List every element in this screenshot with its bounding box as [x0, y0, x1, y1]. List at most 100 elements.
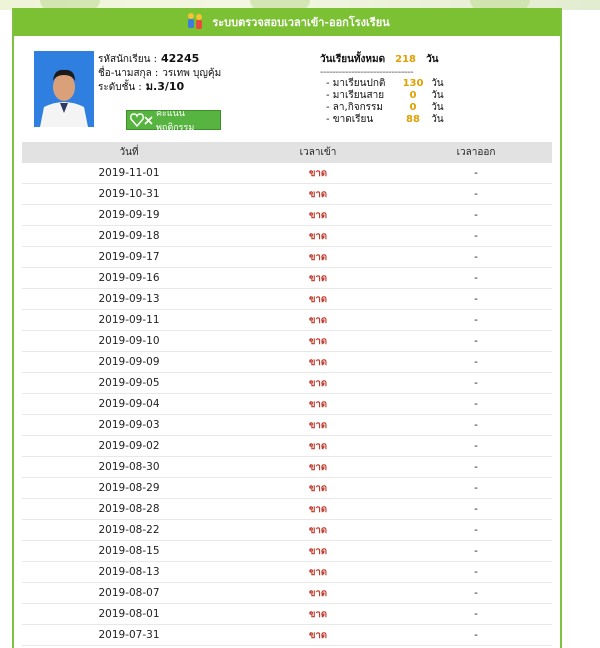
cell-time-in: ขาด: [309, 419, 327, 431]
cell-time-in: ขาด: [309, 167, 327, 179]
table-row: 2019-10-31 ขาด -: [22, 184, 552, 205]
cell-date: 2019-08-22: [98, 524, 160, 536]
cell-time-in: ขาด: [309, 482, 327, 494]
cell-time-in: ขาด: [309, 314, 327, 326]
student-id-row: รหัสนักเรียน : 42245: [98, 52, 221, 67]
table-row: 2019-08-07 ขาด -: [22, 583, 552, 604]
table-row: 2019-08-01 ขาด -: [22, 604, 552, 625]
table-row: 2019-09-19 ขาด -: [22, 205, 552, 226]
header-time-out: เวลาออก: [456, 147, 496, 158]
table-row: 2019-08-30 ขาด -: [22, 457, 552, 478]
cell-time-in: ขาด: [309, 293, 327, 305]
table-row: 2019-09-05 ขาด -: [22, 373, 552, 394]
normal-label: - มาเรียนปกติ: [326, 78, 386, 89]
cell-time-out: -: [474, 314, 478, 326]
student-id-value: 42245: [161, 52, 200, 65]
student-id-label: รหัสนักเรียน :: [98, 54, 157, 65]
cell-time-out: -: [474, 461, 478, 473]
table-row: 2019-09-10 ขาด -: [22, 331, 552, 352]
cell-time-out: -: [474, 251, 478, 263]
normal-row: - มาเรียนปกติ 130 วัน: [320, 78, 444, 90]
cell-time-out: -: [474, 524, 478, 536]
table-row: 2019-09-02 ขาด -: [22, 436, 552, 457]
table-row: 2019-09-16 ขาด -: [22, 268, 552, 289]
header-banner: ระบบตรวจสอบเวลาเข้า-ออกโรงเรียน: [14, 8, 560, 36]
late-row: - มาเรียนสาย 0 วัน: [320, 90, 444, 102]
student-name-value: วรเทพ บุญคุ้ม: [162, 67, 222, 79]
header-date: วันที่: [119, 147, 139, 158]
behavior-score-button[interactable]: คะแนนพฤติกรรม: [126, 109, 221, 133]
late-unit: วัน: [431, 90, 444, 101]
student-class-label: ระดับชั้น :: [98, 82, 142, 93]
table-row: 2019-08-13 ขาด -: [22, 562, 552, 583]
student-name-label: ชื่อ-นามสกุล :: [98, 67, 159, 79]
cell-time-in: ขาด: [309, 377, 327, 389]
absent-row: - ขาดเรียน 88 วัน: [320, 114, 444, 126]
cell-date: 2019-08-28: [98, 503, 160, 515]
table-header: วันที่ เวลาเข้า เวลาออก: [22, 142, 552, 163]
total-days-row: วันเรียนทั้งหมด 218 วัน: [320, 52, 444, 67]
student-class-value: ม.3/10: [145, 80, 185, 93]
cell-time-in: ขาด: [309, 272, 327, 284]
cell-time-out: -: [474, 587, 478, 599]
attendance-summary: วันเรียนทั้งหมด 218 วัน ----------------…: [320, 52, 444, 126]
student-photo: [34, 51, 94, 127]
cell-time-in: ขาด: [309, 566, 327, 578]
cell-date: 2019-09-05: [98, 377, 160, 389]
cell-time-in: ขาด: [309, 503, 327, 515]
student-class-row: ระดับชั้น : ม.3/10: [98, 80, 221, 95]
normal-unit: วัน: [431, 78, 444, 89]
cell-time-out: -: [474, 188, 478, 200]
table-row: 2019-08-15 ขาด -: [22, 541, 552, 562]
cell-time-out: -: [474, 482, 478, 494]
cell-time-in: ขาด: [309, 608, 327, 620]
cell-time-in: ขาด: [309, 335, 327, 347]
table-body: 2019-11-01 ขาด - 2019-10-31 ขาด - 2019-09-19 ขา…: [22, 163, 552, 646]
cell-date: 2019-08-29: [98, 482, 160, 494]
leave-label: - ลา,กิจกรรม: [326, 102, 384, 113]
table-row: 2019-09-13 ขาด -: [22, 289, 552, 310]
cell-time-in: ขาด: [309, 398, 327, 410]
table-row: 2019-07-31 ขาด -: [22, 625, 552, 646]
cell-time-in: ขาด: [309, 356, 327, 368]
header-time-in: เวลาเข้า: [299, 147, 337, 158]
cell-date: 2019-08-13: [98, 566, 160, 578]
absent-label: - ขาดเรียน: [326, 114, 374, 125]
cell-time-out: -: [474, 545, 478, 557]
cell-time-in: ขาด: [309, 461, 327, 473]
cell-time-in: ขาด: [309, 524, 327, 536]
cell-date: 2019-09-19: [98, 209, 160, 221]
table-row: 2019-08-29 ขาด -: [22, 478, 552, 499]
behavior-score-label: คะแนนพฤติกรรม: [156, 109, 195, 133]
cell-date: 2019-07-31: [98, 629, 160, 641]
table-row: 2019-08-22 ขาด -: [22, 520, 552, 541]
cell-date: 2019-09-09: [98, 356, 160, 368]
cell-time-in: ขาด: [309, 440, 327, 452]
people-icon: [184, 11, 206, 33]
cell-time-out: -: [474, 629, 478, 641]
leave-value: 0: [409, 102, 417, 113]
cell-time-out: -: [474, 272, 478, 284]
absent-value: 88: [406, 114, 420, 125]
table-row: 2019-08-28 ขาด -: [22, 499, 552, 520]
cell-time-out: -: [474, 503, 478, 515]
cell-date: 2019-09-10: [98, 335, 160, 347]
cell-date: 2019-09-13: [98, 293, 160, 305]
cell-date: 2019-08-15: [98, 545, 160, 557]
cell-date: 2019-09-11: [98, 314, 160, 326]
cell-time-out: -: [474, 230, 478, 242]
cell-date: 2019-09-16: [98, 272, 160, 284]
leave-row: - ลา,กิจกรรม 0 วัน: [320, 102, 444, 114]
cell-time-out: -: [474, 377, 478, 389]
cell-date: 2019-09-02: [98, 440, 160, 452]
table-row: 2019-09-04 ขาด -: [22, 394, 552, 415]
cell-date: 2019-09-03: [98, 419, 160, 431]
table-row: 2019-09-11 ขาด -: [22, 310, 552, 331]
main-panel: ระบบตรวจสอบเวลาเข้า-ออกโรงเรียน รหัสนักเ…: [12, 8, 562, 648]
cell-time-out: -: [474, 419, 478, 431]
summary-separator: ------------------------------: [320, 67, 414, 78]
cell-time-out: -: [474, 608, 478, 620]
cell-date: 2019-10-31: [98, 188, 160, 200]
page-title: ระบบตรวจสอบเวลาเข้า-ออกโรงเรียน: [212, 16, 390, 29]
cell-date: 2019-11-01: [98, 167, 160, 179]
